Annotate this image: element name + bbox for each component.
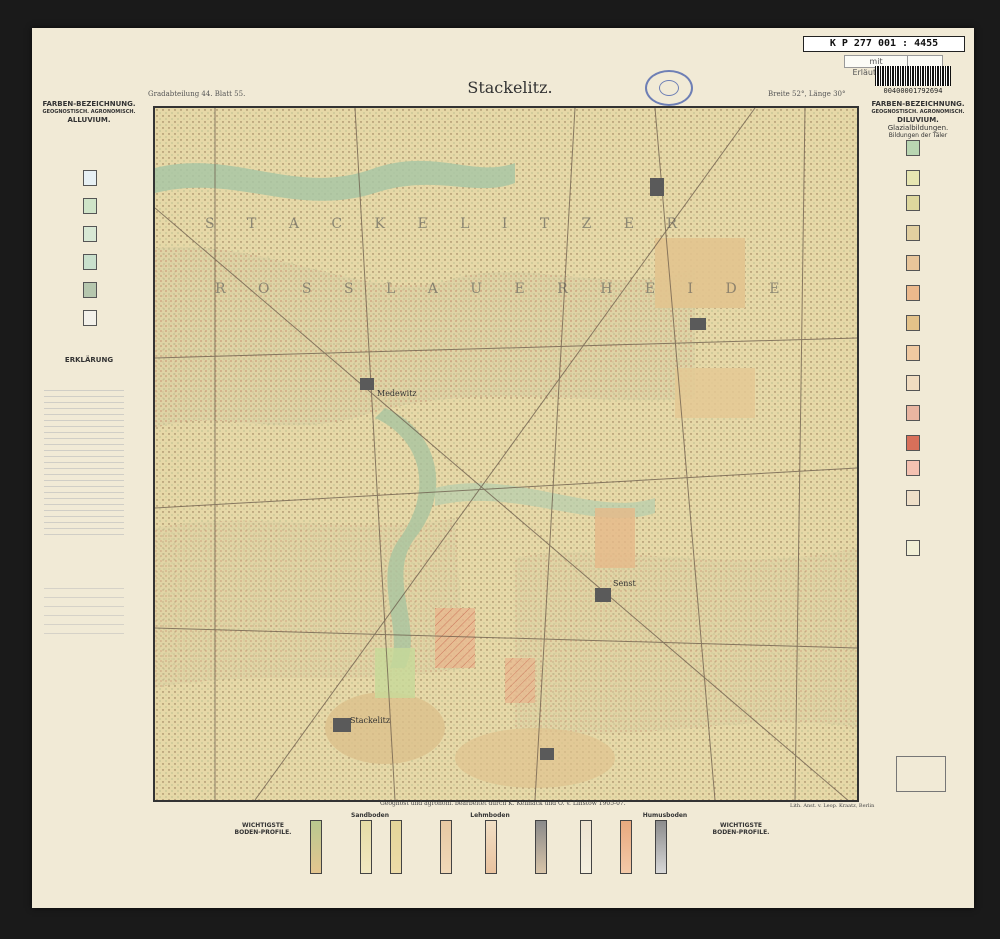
legend-swatch (83, 226, 97, 242)
legend-left: FARBEN-BEZEICHNUNG. GEOGNOSTISCH. AGRONO… (34, 100, 144, 800)
profile-column (580, 820, 592, 874)
legend-swatch (83, 254, 97, 270)
legend-swatch (906, 315, 920, 331)
legend-swatch (906, 540, 920, 556)
legend-left-section: ALLUVIUM. (67, 116, 111, 124)
lehm-label: Lehmboden (470, 812, 510, 819)
catalog-number: K P 277 001 : 4455 (803, 36, 965, 52)
sand-label: Sandboden (351, 812, 389, 819)
legend-right-section3: Bildungen der Täler (888, 132, 948, 139)
legend-swatch (906, 255, 920, 271)
place-medewitz: Medewitz (377, 389, 417, 398)
barcode (875, 66, 951, 86)
legend-left-heading: FARBEN-BEZEICHNUNG. (42, 100, 136, 108)
legend-swatch (906, 375, 920, 391)
legend-left-sub: GEOGNOSTISCH. AGRONOMISCH. (42, 109, 136, 115)
profile-column (440, 820, 452, 874)
profile-column (535, 820, 547, 874)
credit-line: Geognost und agronom. bearbeitet durch K… (380, 800, 626, 807)
legend-right-section: DILUVIUM. (897, 116, 939, 124)
breite-label: Breite 52°, Länge 30° (768, 90, 846, 98)
boden-profile-strip: WICHTIGSTE BODEN-PROFILE. Sandboden Lehm… (235, 812, 769, 882)
legend-right: FARBEN-BEZEICHNUNG. GEOGNOSTISCH. AGRONO… (866, 100, 970, 800)
lith-credit: Lith. Anst. v. Leop. Kraatz, Berlin (790, 803, 875, 809)
profile-column (655, 820, 667, 874)
place-stackelitz: Stackelitz (350, 716, 390, 725)
place-senst: Senst (613, 579, 636, 588)
legend-swatch (906, 435, 920, 451)
legend-right-heading: FARBEN-BEZEICHNUNG. (871, 100, 965, 108)
legend-swatch (83, 310, 97, 326)
profile-column (485, 820, 497, 874)
legend-swatch (906, 140, 920, 156)
legend-swatch (906, 460, 920, 476)
humus-label: Humusboden (642, 812, 688, 819)
legend-right-sub: GEOGNOSTISCH. AGRONOMISCH. (871, 109, 965, 115)
legend-swatch (906, 225, 920, 241)
legend-swatch (83, 170, 97, 186)
legend-swatch (83, 282, 97, 298)
erklaerung-heading: ERKLÄRUNG (64, 356, 114, 364)
symbol-list (44, 580, 124, 640)
legend-swatch (906, 170, 920, 186)
bottom-right-title: WICHTIGSTE BODEN-PROFILE. (712, 822, 770, 836)
gradabteilung-label: Gradabteilung 44. Blatt 55. (148, 90, 246, 98)
legend-swatch (906, 285, 920, 301)
svg-text:S T A C K E L I T Z E R: S T A C K E L I T Z E R (205, 216, 691, 232)
geological-map[interactable]: Medewitz Stackelitz Senst S T A C K E L … (153, 106, 859, 802)
legend-right-section2: Glazialbildungen. (887, 124, 949, 132)
profile-column (390, 820, 402, 874)
village-medewitz-block (360, 378, 374, 390)
svg-text:R O S S L A U E R H E I D E: R O S S L A U E R H E I D E (215, 281, 793, 297)
profile-column (620, 820, 632, 874)
legend-swatch (906, 195, 920, 211)
map-title: Stackelitz. (467, 78, 553, 97)
legend-swatch (906, 490, 920, 506)
barcode-number: 00400001792694 (883, 87, 943, 95)
profile-column (310, 820, 322, 874)
profile-column (360, 820, 372, 874)
erklaerung-list (44, 385, 124, 535)
legend-swatch (83, 198, 97, 214)
bottom-left-title: WICHTIGSTE BODEN-PROFILE. (234, 822, 292, 836)
legend-swatch (906, 405, 920, 421)
legend-swatch (906, 345, 920, 361)
inset-map (896, 756, 946, 792)
library-stamp (645, 70, 693, 106)
